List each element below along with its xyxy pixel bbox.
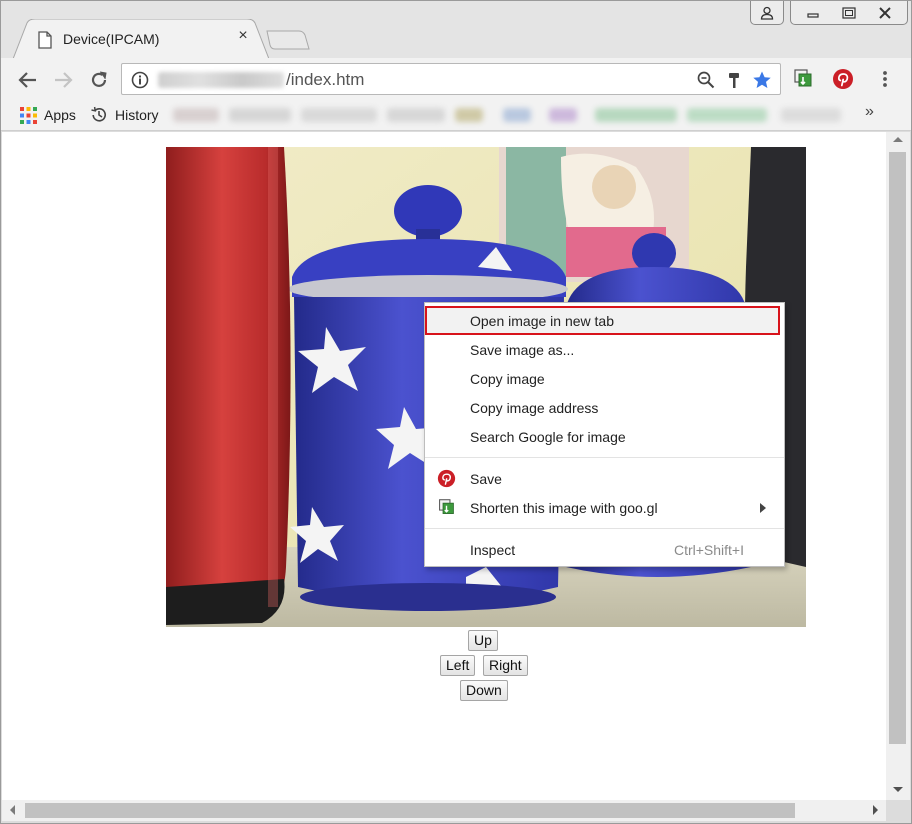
menu-inspect-label: Inspect (470, 541, 516, 558)
pinterest-icon (437, 469, 456, 488)
bookmark-redacted-7[interactable] (549, 108, 577, 122)
new-tab-button[interactable] (265, 29, 311, 51)
menu-copy-image-label: Copy image (470, 370, 545, 387)
ptz-right-button[interactable]: Right (483, 655, 528, 676)
bookmark-history[interactable]: History (90, 105, 159, 125)
menu-search-google-image[interactable]: Search Google for image (425, 422, 784, 451)
url-host-redacted (158, 72, 284, 88)
hammer-icon (729, 73, 739, 88)
vertical-scrollbar[interactable] (886, 132, 910, 800)
page-icon (38, 31, 52, 49)
chrome-menu-button[interactable] (873, 67, 897, 91)
pinterest-extension-button[interactable] (831, 67, 855, 91)
zoom-button[interactable] (696, 70, 716, 90)
googl-extension-icon (794, 69, 812, 87)
apps-grid-icon (20, 106, 37, 124)
vertical-scroll-thumb[interactable] (889, 152, 906, 744)
menu-copy-image-address-label: Copy image address (470, 399, 599, 416)
menu-pinterest-save[interactable]: Save (425, 464, 784, 493)
tab-title: Device(IPCAM) (63, 31, 160, 47)
url-path: /index.htm (286, 70, 365, 89)
address-bar[interactable]: /index.htm (121, 63, 781, 95)
window-controls (790, 1, 908, 25)
menu-inspect[interactable]: Inspect Ctrl+Shift+I (425, 535, 784, 564)
ptz-up-button[interactable]: Up (468, 630, 498, 651)
bookmark-history-label: History (115, 107, 159, 123)
forward-arrow-icon (55, 72, 73, 88)
menu-copy-image-address[interactable]: Copy image address (425, 393, 784, 422)
zoom-icon (697, 71, 715, 89)
googl-extension-icon (439, 499, 454, 514)
kebab-menu-icon (883, 71, 887, 87)
scrollbar-corner (886, 800, 910, 821)
ptz-left-button[interactable]: Left (440, 655, 476, 676)
bookmark-redacted-10[interactable] (781, 108, 841, 122)
bookmarks-overflow-button[interactable]: » (865, 103, 874, 121)
bookmark-star-button[interactable] (752, 70, 772, 90)
menu-separator (425, 528, 784, 529)
horizontal-scroll-thumb[interactable] (25, 803, 795, 818)
bookmark-redacted-1[interactable] (173, 108, 219, 122)
user-icon (760, 6, 774, 20)
menu-copy-image[interactable]: Copy image (425, 364, 784, 393)
bookmark-redacted-4[interactable] (387, 108, 445, 122)
maximize-button[interactable] (831, 3, 867, 23)
close-icon (879, 6, 891, 19)
menu-shorten-googl[interactable]: Shorten this image with goo.gl (425, 493, 784, 522)
scroll-left-arrow-icon[interactable] (10, 805, 15, 815)
scroll-down-arrow-icon[interactable] (893, 787, 903, 792)
bookmark-apps[interactable]: Apps (20, 105, 76, 125)
menu-save-image-as-label: Save image as... (470, 341, 575, 358)
menu-save-image-as[interactable]: Save image as... (425, 335, 784, 364)
horizontal-scrollbar[interactable] (2, 800, 886, 821)
submenu-arrow-icon (760, 503, 766, 513)
menu-open-image-new-tab-label: Open image in new tab (470, 312, 614, 329)
toolbar: /index.htm (1, 58, 911, 100)
bookmark-redacted-5[interactable] (455, 108, 483, 122)
menu-separator (425, 457, 784, 458)
menu-inspect-shortcut: Ctrl+Shift+I (673, 541, 744, 558)
bookmark-apps-label: Apps (44, 107, 76, 123)
info-icon[interactable] (131, 71, 149, 89)
bookmark-redacted-6[interactable] (503, 108, 531, 122)
hammer-button[interactable] (724, 70, 744, 90)
bookmark-redacted-8[interactable] (595, 108, 677, 122)
back-button[interactable] (15, 67, 41, 93)
back-arrow-icon (18, 72, 36, 88)
bookmark-redacted-9[interactable] (687, 108, 767, 122)
bookmarks-bar: Apps History » (1, 100, 911, 131)
reload-icon (91, 71, 107, 87)
minimize-button[interactable] (795, 3, 831, 23)
restore-icon (842, 6, 856, 19)
context-menu: Open image in new tab Save image as... C… (424, 302, 785, 567)
scroll-up-arrow-icon[interactable] (893, 137, 903, 142)
forward-button[interactable] (50, 67, 76, 93)
browser-window: Device(IPCAM) × /index.htm Apps History … (0, 0, 912, 824)
reload-button[interactable] (86, 67, 112, 93)
history-icon (91, 106, 106, 122)
bookmark-redacted-3[interactable] (301, 108, 377, 122)
scroll-right-arrow-icon[interactable] (873, 805, 878, 815)
tab-close-icon[interactable]: × (235, 28, 251, 44)
pinterest-icon (833, 69, 853, 89)
ptz-down-button[interactable]: Down (460, 680, 508, 701)
googl-extension-button[interactable] (791, 67, 815, 91)
star-icon (753, 71, 771, 88)
profile-button[interactable] (750, 1, 784, 25)
menu-open-image-new-tab[interactable]: Open image in new tab (425, 306, 780, 335)
menu-shorten-googl-label: Shorten this image with goo.gl (470, 499, 658, 516)
menu-search-google-image-label: Search Google for image (470, 428, 626, 445)
minimize-icon (807, 12, 819, 18)
menu-pinterest-save-label: Save (470, 470, 502, 487)
tab-strip: Device(IPCAM) × (1, 1, 911, 59)
tab-device-ipcam[interactable]: Device(IPCAM) × (13, 19, 269, 59)
close-window-button[interactable] (867, 3, 903, 23)
bookmark-redacted-2[interactable] (229, 108, 291, 122)
